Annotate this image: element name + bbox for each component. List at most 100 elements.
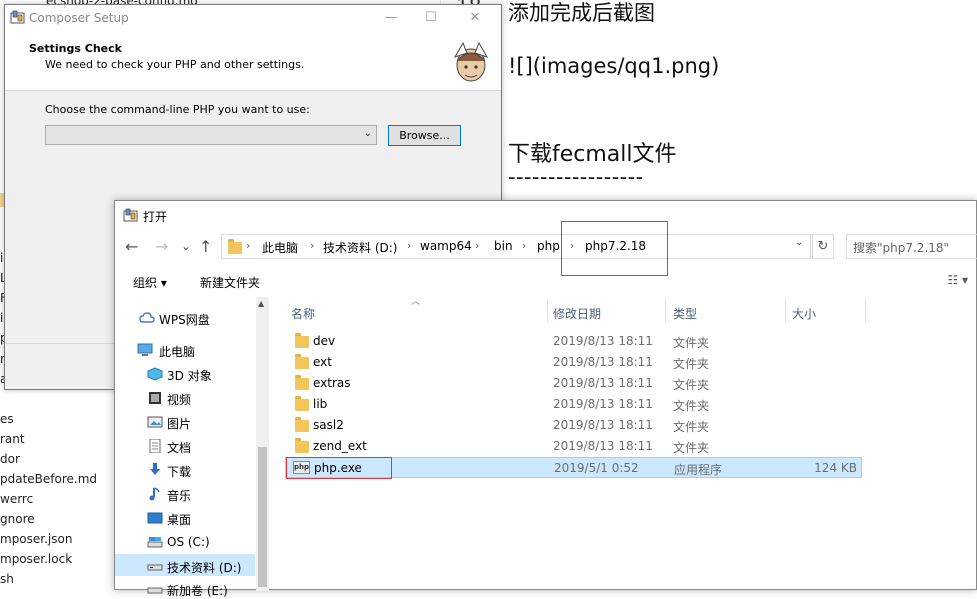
file-row[interactable]: sasl2 2019/8/13 18:11 文件夹 — [285, 415, 862, 436]
address-bar[interactable]: › 此电脑 › 技术资料 (D:) › wamp64 › bin › php ›… — [221, 234, 811, 259]
column-divider[interactable] — [785, 299, 786, 323]
nav-item-wps[interactable]: WPS网盘 — [159, 311, 210, 328]
breadcrumb-item[interactable]: 此电脑 — [262, 239, 298, 256]
nav-item-desktop[interactable]: 桌面 — [167, 511, 191, 528]
search-input[interactable]: 搜索"php7.2.18" — [846, 234, 977, 259]
composer-header: Settings Check We need to check your PHP… — [5, 31, 501, 91]
file-date: 2019/8/13 18:11 — [553, 418, 653, 432]
composer-app-icon — [10, 10, 25, 24]
cloud-icon — [139, 312, 155, 323]
nav-item-pictures[interactable]: 图片 — [167, 415, 191, 432]
list-item[interactable]: mposer.json — [0, 532, 72, 546]
minimize-button[interactable]: — — [371, 7, 411, 29]
file-size: 124 KB — [814, 461, 857, 475]
nav-item-drive-c[interactable]: OS (C:) — [167, 535, 210, 549]
refresh-button[interactable]: ↻ — [812, 234, 834, 259]
breadcrumb-separator: › — [246, 239, 251, 252]
folder-icon — [228, 239, 242, 254]
annotation-highlight-box — [286, 457, 392, 479]
header-subtitle: We need to check your PHP and other sett… — [45, 58, 305, 71]
file-date: 2019/8/13 18:11 — [553, 376, 653, 390]
composer-logo-icon — [453, 41, 489, 82]
column-header-type[interactable]: 类型 — [673, 305, 697, 322]
breadcrumb-item[interactable]: wamp64 — [420, 239, 472, 253]
column-header-date[interactable]: 修改日期 — [553, 305, 601, 322]
forward-arrow-icon[interactable]: → — [155, 237, 168, 256]
file-row[interactable]: dev 2019/8/13 18:11 文件夹 — [285, 331, 862, 352]
composer-titlebar[interactable]: Composer Setup — ☐ ✕ — [5, 5, 501, 31]
file-row[interactable]: ext 2019/8/13 18:11 文件夹 — [285, 352, 862, 373]
chevron-down-icon: ⌄ — [363, 128, 372, 139]
list-item[interactable]: pdateBefore.md — [0, 472, 97, 486]
nav-item-drive-d[interactable]: 技术资料 (D:) — [167, 559, 241, 576]
file-name: dev — [313, 334, 336, 348]
open-file-dialog: 打开 ← → ⌄ ↑ › 此电脑 › 技术资料 (D:) › wamp64 › … — [114, 200, 977, 598]
list-item[interactable]: werrc — [0, 492, 33, 506]
close-button[interactable]: ✕ — [455, 7, 495, 29]
dialog-toolbar: 组织 ▾ 新建文件夹 ☷ ▾ — [115, 267, 976, 295]
nav-item-documents[interactable]: 文档 — [167, 439, 191, 456]
browse-button[interactable]: Browse... — [388, 125, 461, 146]
recent-locations-icon[interactable]: ⌄ — [181, 239, 191, 253]
list-item[interactable]: dor — [0, 452, 20, 466]
folder-icon — [295, 375, 309, 390]
column-headers: 名称 修改日期 类型 大小 — [285, 299, 977, 325]
back-arrow-icon[interactable]: ← — [125, 237, 138, 256]
file-name: lib — [313, 397, 328, 411]
nav-item-drive-e[interactable]: 新加卷 (E:) — [167, 582, 228, 599]
file-type: 文件夹 — [673, 399, 710, 413]
header-title: Settings Check — [29, 42, 122, 55]
nav-item-3d-objects[interactable]: 3D 对象 — [167, 367, 212, 384]
dialog-titlebar[interactable]: 打开 — [115, 201, 976, 231]
3d-objects-icon — [147, 367, 163, 381]
drive-icon — [147, 587, 163, 594]
file-type: 应用程序 — [674, 463, 723, 477]
file-row[interactable]: zend_ext 2019/8/13 18:11 文件夹 — [285, 436, 862, 457]
list-item[interactable]: gnore — [0, 512, 35, 526]
breadcrumb-separator: › — [407, 239, 412, 252]
php-path-select[interactable]: ⌄ — [45, 125, 377, 145]
column-header-name[interactable]: 名称 — [291, 305, 315, 322]
nav-pane-scrollbar[interactable]: ▲ — [256, 297, 269, 591]
file-type: 文件夹 — [673, 420, 710, 434]
column-header-size[interactable]: 大小 — [792, 305, 816, 322]
organize-button[interactable]: 组织 ▾ — [133, 274, 167, 291]
nav-item-this-pc[interactable]: 此电脑 — [159, 343, 195, 360]
list-item[interactable]: sh — [0, 572, 14, 586]
column-divider[interactable] — [665, 299, 666, 323]
view-options-button[interactable]: ☷ ▾ — [947, 273, 968, 287]
breadcrumb-item[interactable]: bin — [494, 239, 513, 253]
file-date: 2019/8/13 18:11 — [553, 334, 653, 348]
column-divider[interactable] — [547, 299, 548, 323]
file-type: 文件夹 — [673, 441, 710, 455]
window-title: Composer Setup — [29, 11, 129, 25]
nav-item-downloads[interactable]: 下载 — [167, 463, 191, 480]
list-item[interactable]: es — [0, 412, 14, 426]
file-name: ext — [313, 355, 332, 369]
file-date: 2019/5/1 0:52 — [554, 461, 639, 475]
video-icon — [149, 392, 161, 404]
nav-item-videos[interactable]: 视频 — [167, 391, 191, 408]
scrollbar-thumb[interactable] — [258, 447, 267, 587]
file-name: zend_ext — [313, 439, 367, 453]
new-folder-button[interactable]: 新建文件夹 — [200, 274, 260, 291]
column-divider[interactable] — [865, 299, 866, 323]
list-item[interactable]: rant — [0, 432, 25, 446]
list-item[interactable]: i — [0, 251, 3, 265]
file-type: 文件夹 — [673, 357, 710, 371]
file-row[interactable]: lib 2019/8/13 18:11 文件夹 — [285, 394, 862, 415]
list-item[interactable]: i — [0, 311, 3, 325]
folder-icon — [295, 396, 309, 411]
file-row[interactable]: extras 2019/8/13 18:11 文件夹 — [285, 373, 862, 394]
chevron-down-icon[interactable]: ⌄ — [795, 237, 803, 248]
file-name: extras — [313, 376, 351, 390]
breadcrumb-item[interactable]: php — [537, 239, 560, 253]
nav-item-music[interactable]: 音乐 — [167, 487, 191, 504]
up-arrow-icon[interactable]: ↑ — [199, 237, 212, 256]
composer-app-icon — [123, 208, 138, 222]
breadcrumb-item[interactable]: 技术资料 (D:) — [323, 239, 397, 256]
list-item[interactable]: mposer.lock — [0, 552, 72, 566]
scroll-up-icon[interactable]: ▲ — [258, 299, 264, 308]
download-icon — [150, 463, 160, 475]
maximize-button[interactable]: ☐ — [411, 7, 451, 29]
